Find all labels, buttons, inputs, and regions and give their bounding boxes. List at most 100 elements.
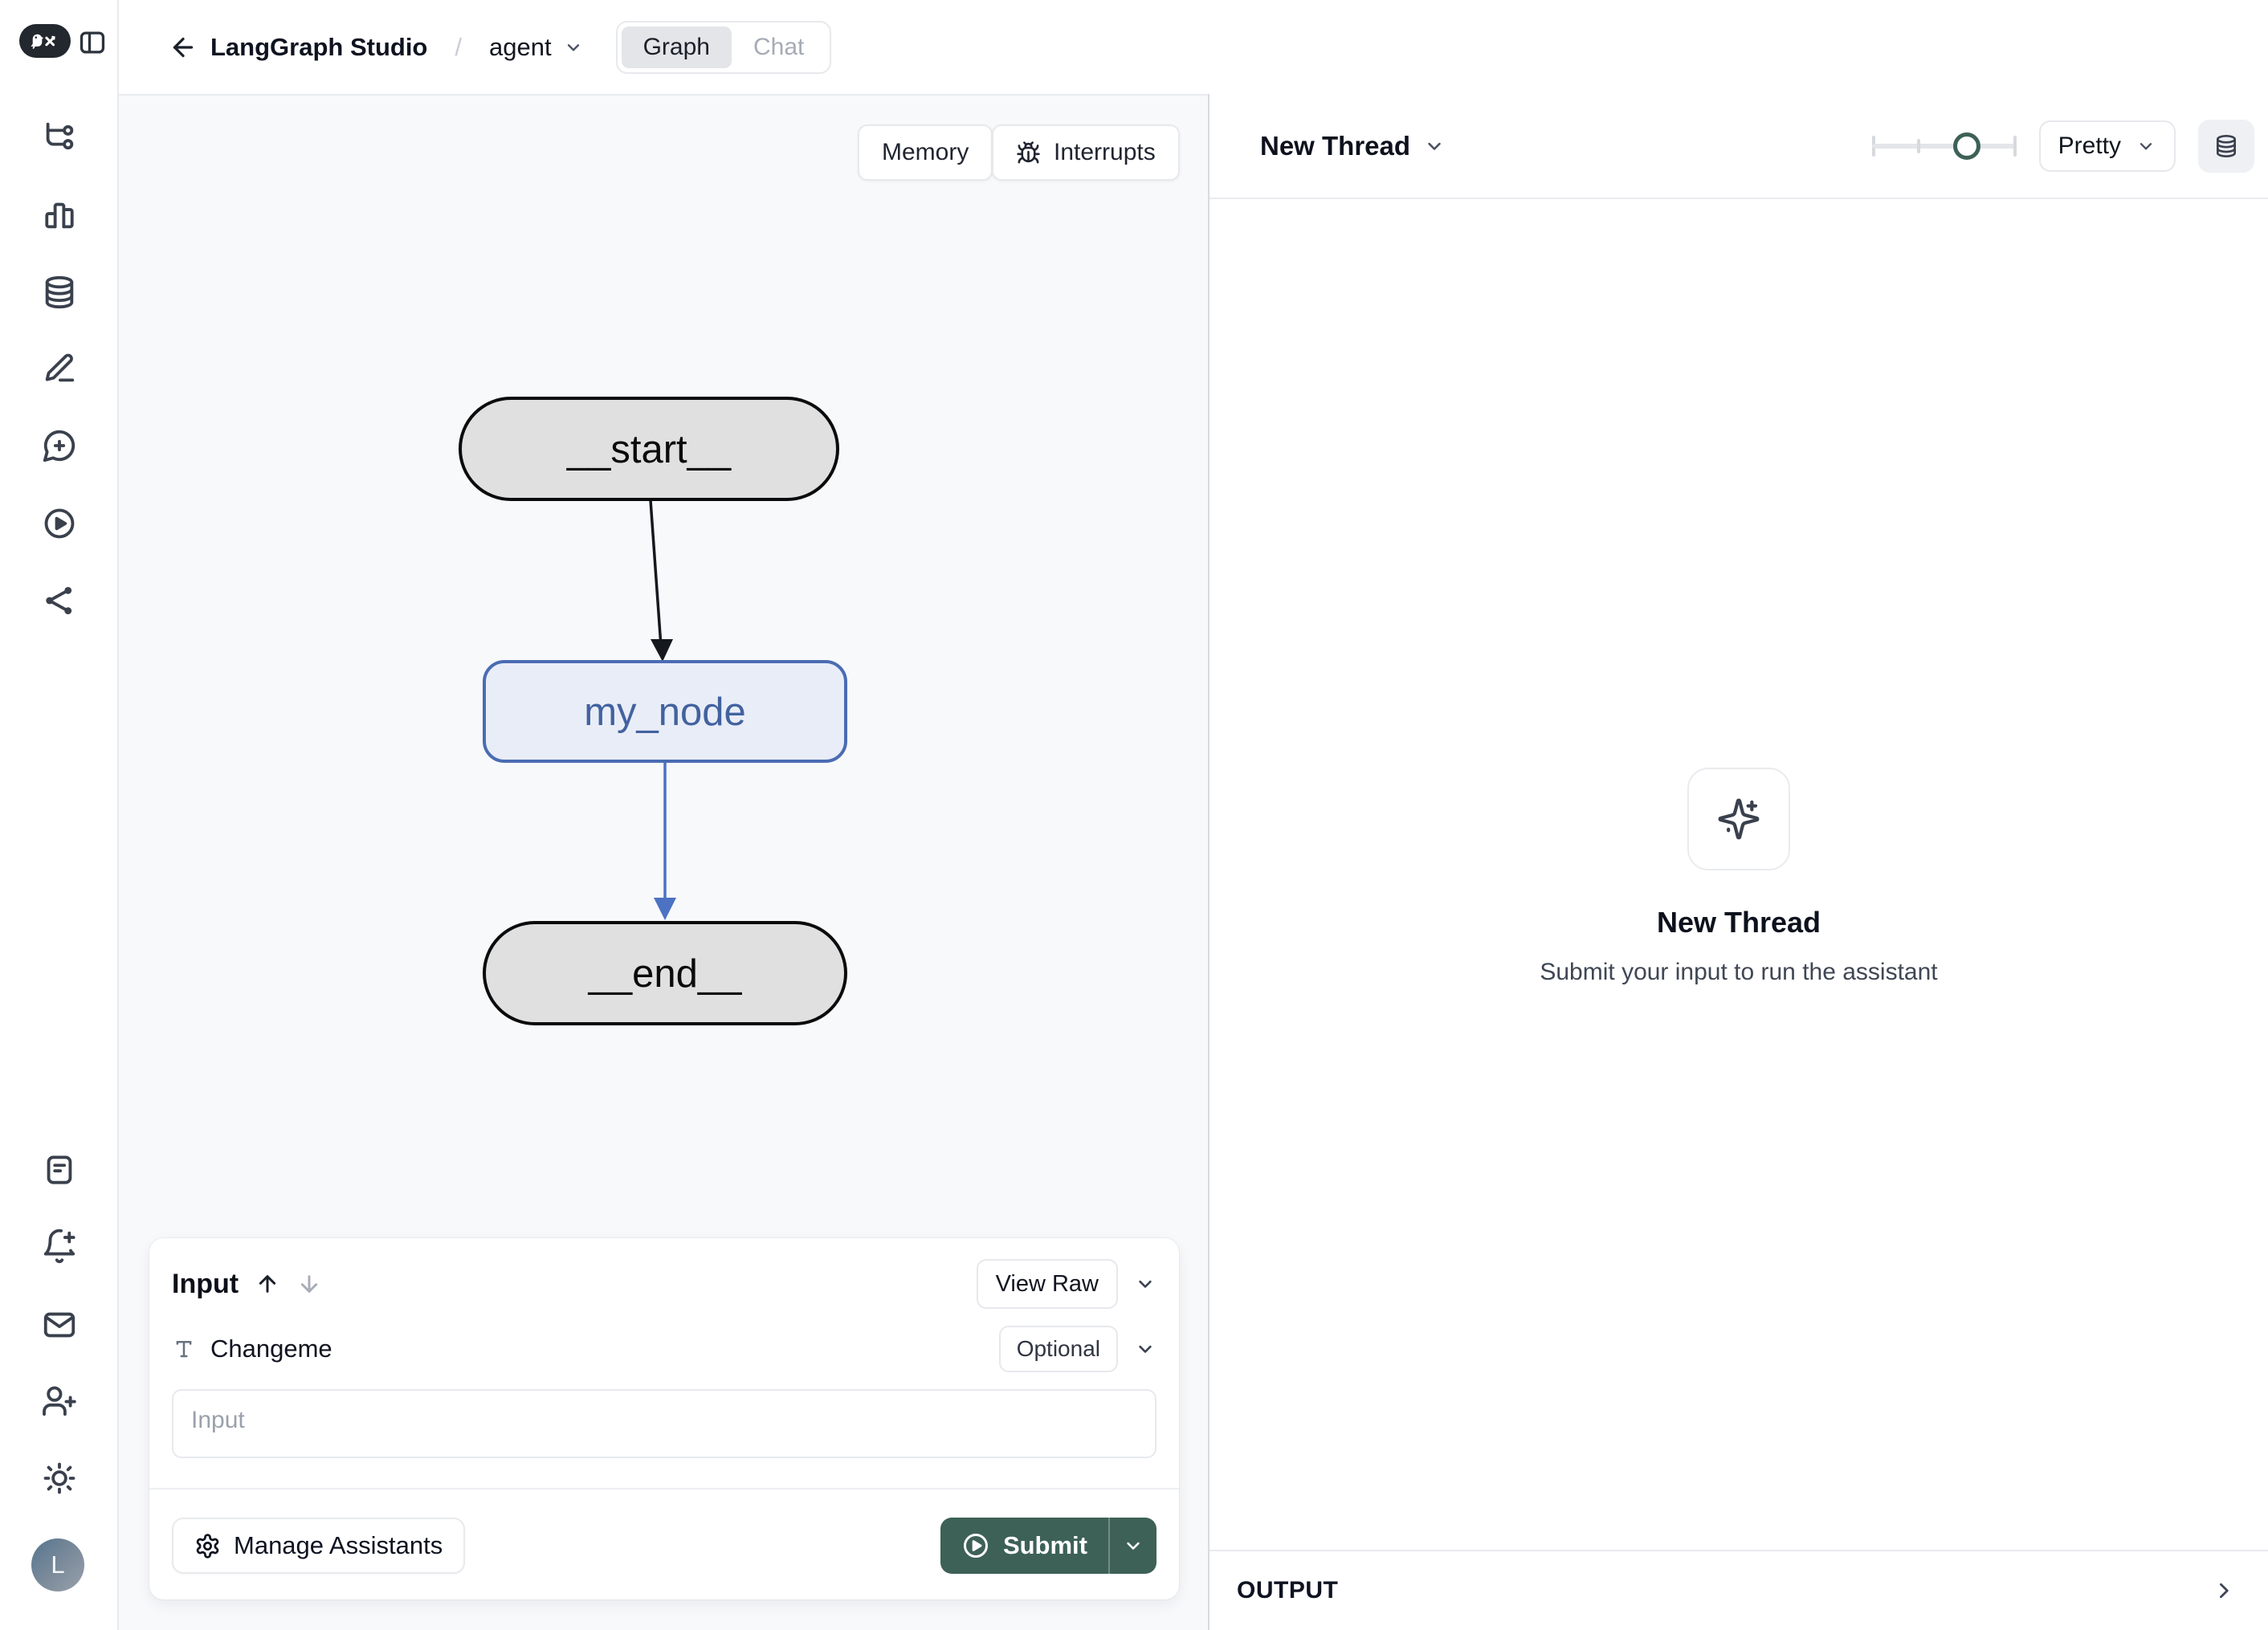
graph-selector[interactable]: agent [489, 33, 584, 62]
render-mode-label: Pretty [2058, 132, 2121, 160]
thread-panel: New Thread Pretty [1209, 94, 2268, 1630]
move-up-button[interactable] [255, 1271, 280, 1297]
submit-button[interactable]: Submit [940, 1518, 1108, 1574]
empty-state-icon-card [1687, 768, 1790, 870]
bell-plus-icon [41, 1228, 78, 1265]
avatar-initial: L [51, 1551, 64, 1579]
edge-mynode-to-end [654, 762, 676, 920]
view-raw-button[interactable]: View Raw [977, 1259, 1118, 1309]
input-field-row: Changeme Optional [172, 1323, 1156, 1375]
langchain-logo[interactable] [19, 24, 71, 58]
sidebar-item-playground[interactable] [41, 505, 78, 542]
thread-toolbar-controls: Pretty [1872, 120, 2254, 173]
circle-play-icon [41, 505, 78, 542]
play-circle-icon [961, 1531, 990, 1560]
arrow-up-icon [255, 1271, 280, 1297]
sidebar-item-deployments[interactable] [41, 582, 78, 619]
thread-toolbar: New Thread Pretty [1209, 94, 2268, 199]
user-plus-icon [41, 1383, 78, 1420]
optional-badge: Optional [999, 1326, 1118, 1372]
view-tab-group: Graph Chat [616, 21, 832, 74]
slider-mid-tick [1917, 139, 1920, 153]
arrow-down-icon [296, 1271, 322, 1297]
move-down-button[interactable] [296, 1271, 322, 1297]
input-textarea[interactable] [172, 1389, 1156, 1458]
input-panel-footer: Manage Assistants Submit [172, 1489, 1156, 1602]
sidebar-item-monitoring[interactable] [41, 197, 78, 234]
input-panel-title: Input [172, 1269, 239, 1300]
mail-icon [41, 1306, 78, 1343]
manage-assistants-button[interactable]: Manage Assistants [172, 1518, 465, 1574]
thread-selector-label: New Thread [1260, 131, 1410, 161]
text-type-icon [172, 1337, 196, 1361]
sidebar-item-docs[interactable] [41, 1151, 78, 1188]
gear-icon [194, 1533, 221, 1559]
view-raw-label: View Raw [996, 1271, 1099, 1298]
node-start-label: __start__ [566, 428, 732, 471]
empty-state: New Thread Submit your input to run the … [1209, 768, 2268, 986]
page-title: LangGraph Studio [210, 33, 427, 62]
slider-track [1872, 144, 2017, 149]
slider-right-cap [2013, 136, 2017, 157]
sidebar-item-feedback[interactable] [41, 1306, 78, 1343]
node-end-label: __end__ [588, 952, 743, 996]
thread-selector[interactable]: New Thread [1260, 131, 1446, 161]
sidebar-item-notifications[interactable] [41, 1228, 78, 1265]
submit-label: Submit [1003, 1531, 1087, 1560]
submit-dropdown-button[interactable] [1110, 1518, 1156, 1574]
edge-start-to-mynode [651, 500, 673, 662]
pen-icon [41, 350, 78, 387]
sparkles-icon [1716, 797, 1761, 841]
header: LangGraph Studio / agent Graph Chat [119, 0, 2268, 94]
field-collapse-chevron-icon[interactable] [1134, 1338, 1156, 1360]
slider-handle[interactable] [1953, 132, 1980, 160]
zoom-slider[interactable] [1872, 132, 2017, 160]
sidebar-item-datasets[interactable] [41, 274, 78, 311]
tab-chat[interactable]: Chat [732, 26, 826, 68]
state-view-button[interactable] [2198, 120, 2254, 173]
message-plus-icon [41, 427, 78, 464]
render-mode-selector[interactable]: Pretty [2039, 120, 2176, 172]
graph-canvas[interactable]: Memory Interrupts [119, 94, 1208, 1630]
sidebar-item-annotations[interactable] [41, 350, 78, 387]
field-label: Changeme [210, 1335, 332, 1363]
share-icon [41, 582, 78, 619]
chevron-down-icon [563, 37, 584, 58]
bar-chart-icon [41, 197, 78, 234]
sidebar-item-invite-user[interactable] [41, 1383, 78, 1420]
langgraph-studio-app: L LangGraph Studio / agent Graph Chat Me… [0, 0, 2268, 1630]
panel-left-toggle-icon[interactable] [77, 27, 108, 58]
node-my-node[interactable]: my_node [484, 662, 846, 761]
input-collapse-chevron-icon[interactable] [1134, 1273, 1156, 1295]
database-icon [2213, 133, 2239, 159]
sun-icon [41, 1460, 78, 1497]
input-panel: Input View Raw Changeme [149, 1238, 1179, 1599]
workflow-icon [41, 119, 78, 156]
submit-split-button: Submit [940, 1518, 1156, 1574]
chevron-down-icon [1423, 135, 1446, 157]
note-icon [41, 1151, 78, 1188]
output-label: OUTPUT [1237, 1577, 1338, 1604]
chevron-down-icon [2135, 136, 2156, 157]
breadcrumb-separator: / [455, 33, 462, 62]
database-icon [41, 274, 78, 311]
chevron-down-icon [1122, 1534, 1144, 1557]
arrow-left-icon [169, 33, 198, 62]
parrot-tools-logo-icon [27, 30, 63, 52]
back-button[interactable] [169, 33, 198, 62]
avatar[interactable]: L [31, 1538, 84, 1591]
manage-assistants-label: Manage Assistants [234, 1531, 443, 1560]
sidebar-item-graphs[interactable] [41, 119, 78, 156]
node-start[interactable]: __start__ [460, 398, 838, 499]
node-my-node-label: my_node [584, 691, 746, 734]
input-panel-header: Input View Raw [172, 1259, 1156, 1309]
sidebar-item-theme[interactable] [41, 1460, 78, 1497]
sidebar: L [0, 0, 119, 1630]
output-toggle[interactable]: OUTPUT [1209, 1550, 2268, 1630]
graph-selector-label: agent [489, 33, 552, 62]
empty-state-title: New Thread [1657, 906, 1821, 939]
node-end[interactable]: __end__ [484, 923, 846, 1024]
tab-graph[interactable]: Graph [622, 26, 732, 68]
sidebar-item-prompts[interactable] [41, 427, 78, 464]
empty-state-subtitle: Submit your input to run the assistant [1540, 959, 1937, 986]
